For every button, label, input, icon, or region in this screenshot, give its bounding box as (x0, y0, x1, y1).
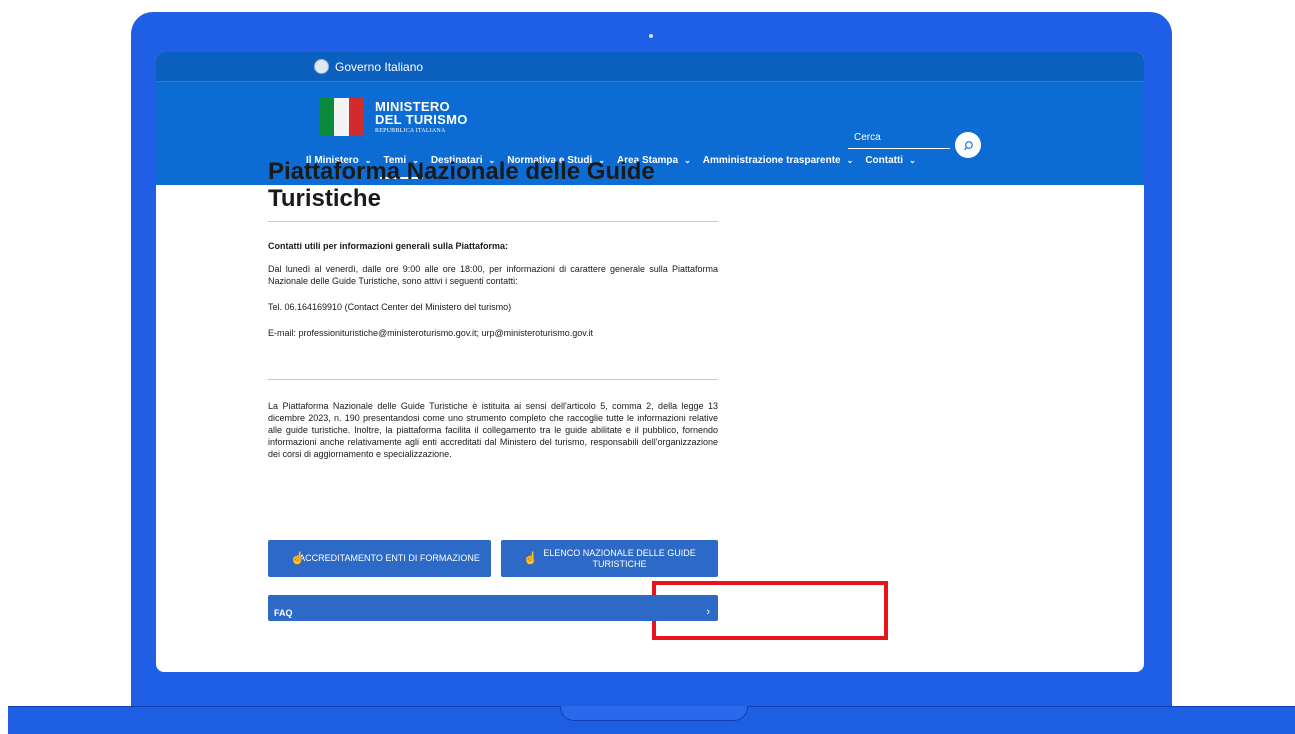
search-icon (963, 140, 973, 150)
contacts-hours: Dal lunedì al venerdì, dalle ore 9:00 al… (268, 264, 718, 286)
faq-label: FAQ (274, 608, 293, 618)
nav-label: Amministrazione trasparente (702, 155, 841, 166)
emblem-icon (314, 59, 329, 74)
logo-line3: REPUBBLICA ITALIANA (375, 128, 446, 134)
hand-pointer-icon: ☝ (290, 551, 305, 565)
cta-row: ☝ ACCREDITAMENTO ENTI DI FORMAZIONE ☝ EL… (268, 540, 718, 577)
accreditamento-button[interactable]: ☝ ACCREDITAMENTO ENTI DI FORMAZIONE (268, 540, 491, 577)
gov-bar: Governo Italiano (156, 52, 1144, 82)
laptop-notch (560, 706, 748, 721)
ministry-logo[interactable]: MINISTERO DEL TURISMO REPUBBLICA ITALIAN… (320, 98, 468, 136)
main-content: Piattaforma Nazionale delle Guide Turist… (268, 158, 718, 577)
chevron-down-icon: ⌄ (909, 156, 916, 165)
content-divider (268, 379, 718, 380)
intro-paragraph: La Piattaforma Nazionale delle Guide Tur… (268, 401, 718, 459)
page-title: Piattaforma Nazionale delle Guide Turist… (268, 158, 718, 222)
search-input[interactable]: Cerca (848, 132, 950, 149)
camera-dot (649, 34, 653, 38)
contact-phone: Tel. 06.164169910 (Contact Center del Mi… (268, 302, 512, 312)
contact-email: E-mail: professionituristiche@ministerot… (268, 328, 594, 338)
chevron-right-icon: › (706, 606, 710, 618)
nav-item-contatti[interactable]: Contatti ⌄ (865, 155, 915, 172)
chevron-down-icon: ⌄ (846, 156, 854, 165)
elenco-guide-button[interactable]: ☝ ELENCO NAZIONALE DELLE GUIDE TURISTICH… (501, 540, 718, 577)
hand-pointer-icon: ☝ (523, 551, 538, 565)
search-placeholder: Cerca (854, 132, 881, 143)
gov-bar-label[interactable]: Governo Italiano (335, 60, 423, 74)
logo-text: MINISTERO DEL TURISMO REPUBBLICA ITALIAN… (375, 100, 468, 134)
nav-label: Contatti (865, 155, 904, 166)
flag-icon (320, 98, 364, 136)
contacts-heading: Contatti utili per informazioni generali… (268, 241, 509, 251)
logo-line2: DEL TURISMO (375, 112, 468, 127)
nav-item-amministrazione-trasparente[interactable]: Amministrazione trasparente ⌄ (703, 155, 854, 172)
faq-accordion[interactable]: FAQ › (268, 595, 718, 621)
search-button[interactable] (955, 132, 981, 158)
